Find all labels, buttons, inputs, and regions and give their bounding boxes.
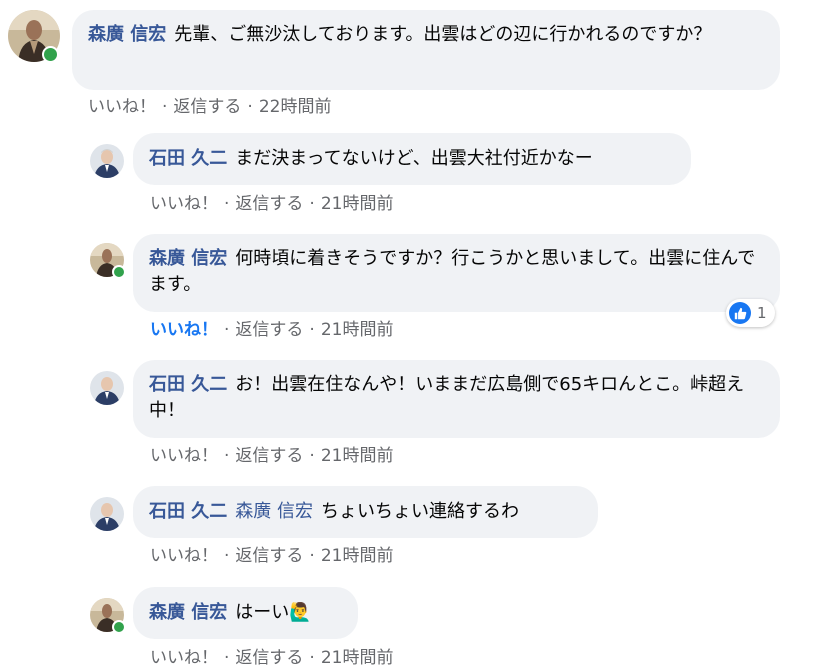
online-status-icon xyxy=(112,620,126,634)
like-button[interactable]: いいね！ xyxy=(150,546,218,566)
comment-author[interactable]: 石田 久二 xyxy=(149,148,227,169)
separator: · xyxy=(224,546,230,566)
reply-button[interactable]: 返信する xyxy=(173,97,241,117)
reply-button[interactable]: 返信する xyxy=(235,194,303,214)
raising-hand-emoji-icon: 🙋‍♂️ xyxy=(289,602,312,623)
avatar-ishida[interactable] xyxy=(90,497,124,531)
comment-actions: いいね！ · 返信する · 21時間前 xyxy=(150,643,393,668)
reaction-badge[interactable]: 1 xyxy=(726,299,775,327)
comment-actions: いいね！ · 返信する · 22時間前 xyxy=(88,92,331,117)
separator: · xyxy=(224,194,230,214)
reply-button[interactable]: 返信する xyxy=(235,648,303,668)
comment-actions: いいね！ · 返信する · 21時間前 xyxy=(150,315,393,340)
comment-bubble: 石田 久二 森廣 信宏 ちょいちょい連絡するわ xyxy=(133,486,598,538)
comment-bubble: 森廣 信宏 何時頃に着きそうですか？行こうかと思いまして。出雲に住んでます。 xyxy=(133,234,780,312)
like-button[interactable]: いいね！ xyxy=(150,194,218,214)
separator: · xyxy=(309,320,315,340)
timestamp[interactable]: 22時間前 xyxy=(259,97,332,117)
comment-author[interactable]: 森廣 信宏 xyxy=(149,602,227,623)
separator: · xyxy=(309,446,315,466)
comment-bubble: 森廣 信宏 先輩、ご無沙汰しております。出雲はどの辺に行かれるのですか？ xyxy=(72,10,780,90)
comment-actions: いいね！ · 返信する · 21時間前 xyxy=(150,541,393,566)
comment-actions: いいね！ · 返信する · 21時間前 xyxy=(150,189,393,214)
comment-bubble: 石田 久二 お！出雲在住なんや！いままだ広島側で65キロんとこ。峠超え中！ xyxy=(133,360,780,438)
comment-text: 先輩、ご無沙汰しております。出雲はどの辺に行かれるのですか？ xyxy=(174,24,712,45)
reply-button[interactable]: 返信する xyxy=(235,446,303,466)
separator: · xyxy=(309,546,315,566)
comment-bubble: 森廣 信宏 はーい🙋‍♂️ xyxy=(133,587,358,639)
separator: · xyxy=(162,97,168,117)
reply-button[interactable]: 返信する xyxy=(235,320,303,340)
separator: · xyxy=(224,446,230,466)
reaction-count: 1 xyxy=(757,304,767,322)
comment-author[interactable]: 石田 久二 xyxy=(149,374,227,395)
avatar-ishida[interactable] xyxy=(90,144,124,178)
comment-text: まだ決まってないけど、出雲大社付近かなー xyxy=(235,148,593,169)
comment-author[interactable]: 森廣 信宏 xyxy=(88,24,166,45)
separator: · xyxy=(309,648,315,668)
like-button[interactable]: いいね！ xyxy=(150,446,218,466)
like-thumb-icon xyxy=(729,302,751,324)
separator: · xyxy=(224,648,230,668)
timestamp[interactable]: 21時間前 xyxy=(321,648,394,668)
timestamp[interactable]: 21時間前 xyxy=(321,194,394,214)
mention-link[interactable]: 森廣 信宏 xyxy=(235,501,313,522)
separator: · xyxy=(224,320,230,340)
online-status-icon xyxy=(42,46,59,63)
like-button[interactable]: いいね！ xyxy=(88,97,156,117)
comment-author[interactable]: 石田 久二 xyxy=(149,501,227,522)
like-button[interactable]: いいね！ xyxy=(150,648,218,668)
avatar-ishida[interactable] xyxy=(90,371,124,405)
separator: · xyxy=(247,97,253,117)
comment-text: はーい xyxy=(235,602,290,623)
comment-text: お！出雲在住なんや！いままだ広島側で65キロんとこ。峠超え中！ xyxy=(149,374,745,421)
timestamp[interactable]: 21時間前 xyxy=(321,446,394,466)
comment-author[interactable]: 森廣 信宏 xyxy=(149,248,227,269)
separator: · xyxy=(309,194,315,214)
comment-text: ちょいちょい連絡するわ xyxy=(321,501,520,522)
timestamp[interactable]: 21時間前 xyxy=(321,320,394,340)
comment-actions: いいね！ · 返信する · 21時間前 xyxy=(150,441,393,466)
timestamp[interactable]: 21時間前 xyxy=(321,546,394,566)
online-status-icon xyxy=(112,265,126,279)
comment-bubble: 石田 久二 まだ決まってないけど、出雲大社付近かなー xyxy=(133,133,691,185)
like-button[interactable]: いいね！ xyxy=(150,320,218,340)
reply-button[interactable]: 返信する xyxy=(235,546,303,566)
comment-text: 何時頃に着きそうですか？行こうかと思いまして。出雲に住んでます。 xyxy=(149,248,756,295)
